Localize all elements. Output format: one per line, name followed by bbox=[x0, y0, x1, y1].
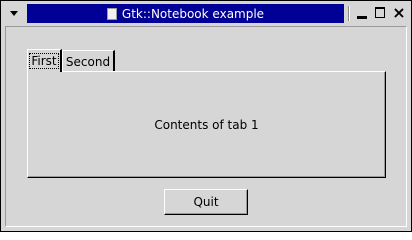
maximize-icon bbox=[375, 7, 385, 18]
document-icon bbox=[106, 7, 117, 20]
tab-label: First bbox=[29, 53, 59, 69]
client-area: First Second Contents of tab 1 Quit bbox=[5, 26, 407, 227]
quit-button[interactable]: Quit bbox=[164, 189, 248, 215]
window-title: Gtk::Notebook example bbox=[121, 6, 265, 21]
menu-arrow-icon bbox=[9, 11, 18, 16]
title-separator bbox=[348, 6, 350, 21]
maximize-button[interactable] bbox=[374, 6, 388, 20]
tab-label: Second bbox=[65, 54, 111, 69]
window-menu-button[interactable] bbox=[5, 5, 22, 22]
close-icon: × bbox=[392, 3, 406, 22]
app-window: Gtk::Notebook example × First Second Con… bbox=[0, 0, 412, 232]
tab-first[interactable]: First bbox=[27, 49, 62, 72]
title-bar[interactable]: Gtk::Notebook example × bbox=[1, 1, 411, 26]
quit-button-label: Quit bbox=[193, 195, 219, 209]
minimize-button[interactable] bbox=[356, 6, 370, 20]
tab-second[interactable]: Second bbox=[62, 50, 115, 72]
minimize-icon bbox=[357, 16, 367, 19]
notebook-page: Contents of tab 1 bbox=[27, 71, 386, 178]
page-content-text: Contents of tab 1 bbox=[154, 117, 259, 132]
title-area[interactable]: Gtk::Notebook example bbox=[27, 4, 344, 23]
close-button[interactable]: × bbox=[392, 3, 406, 22]
